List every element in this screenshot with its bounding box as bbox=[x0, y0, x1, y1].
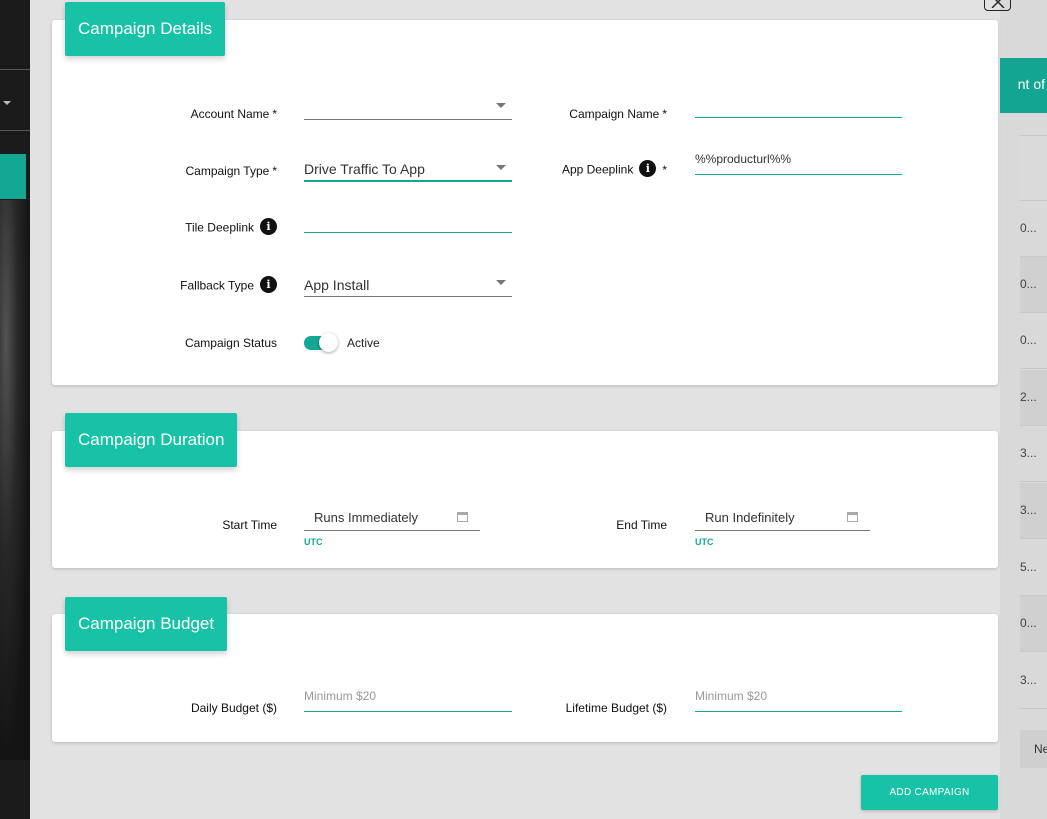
campaign-name-input[interactable] bbox=[695, 96, 902, 118]
lifetime-budget-label: Lifetime Budget ($) bbox=[565, 701, 667, 715]
table-row: 3... bbox=[1020, 426, 1047, 482]
table-row: 0... bbox=[1020, 201, 1047, 257]
app-deeplink-label: App Deeplink i * bbox=[561, 160, 667, 177]
campaign-type-label: Campaign Type * bbox=[185, 164, 277, 178]
campaign-name-label: Campaign Name * bbox=[569, 107, 667, 121]
start-time-label: Start Time bbox=[222, 518, 277, 532]
toggle-knob bbox=[319, 333, 338, 352]
pagination-next: Ne bbox=[1020, 730, 1047, 768]
chevron-down-icon bbox=[3, 101, 11, 105]
start-time-timezone: UTC bbox=[304, 537, 323, 547]
end-time-label: End Time bbox=[616, 518, 667, 532]
chevron-down-icon bbox=[496, 165, 506, 170]
table-row: 3... bbox=[1020, 483, 1047, 539]
sidebar-divider bbox=[0, 69, 30, 70]
info-icon[interactable]: i bbox=[260, 218, 277, 235]
calendar-icon bbox=[457, 512, 468, 522]
campaign-status-value: Active bbox=[347, 336, 380, 350]
campaign-type-select[interactable]: Drive Traffic To App bbox=[304, 160, 512, 182]
chevron-down-icon bbox=[496, 103, 506, 108]
table-row: 0... bbox=[1020, 313, 1047, 369]
fallback-type-label: Fallback Type i bbox=[180, 276, 277, 295]
background-header-text: nt of bbox=[1017, 76, 1045, 92]
daily-budget-input[interactable]: Minimum $20 bbox=[304, 689, 512, 712]
table-row: 3... bbox=[1020, 653, 1047, 709]
campaign-duration-title: Campaign Duration bbox=[65, 413, 238, 467]
table-row: 0... bbox=[1020, 596, 1047, 652]
add-campaign-button[interactable]: ADD CAMPAIGN bbox=[861, 775, 998, 810]
info-icon[interactable]: i bbox=[639, 160, 657, 177]
close-button[interactable] bbox=[984, 0, 1011, 11]
background-image bbox=[0, 200, 30, 760]
campaign-status-toggle[interactable] bbox=[304, 333, 338, 352]
campaign-status-label: Campaign Status bbox=[184, 336, 277, 350]
account-name-select[interactable] bbox=[304, 98, 512, 120]
table-row: 2... bbox=[1020, 370, 1047, 426]
lifetime-budget-input[interactable]: Minimum $20 bbox=[695, 689, 902, 712]
background-sidebar bbox=[0, 0, 30, 819]
app-deeplink-input[interactable]: %%producturl%% bbox=[695, 152, 902, 175]
daily-budget-label: Daily Budget ($) bbox=[190, 701, 277, 715]
account-name-label: Account Name * bbox=[190, 107, 277, 121]
sidebar-active-item bbox=[0, 154, 26, 199]
campaign-budget-title: Campaign Budget bbox=[65, 597, 228, 651]
end-time-timezone: UTC bbox=[695, 537, 714, 547]
sidebar-divider bbox=[0, 130, 30, 131]
table-row: 5... bbox=[1020, 540, 1047, 596]
campaign-details-card bbox=[52, 20, 998, 385]
fallback-type-select[interactable]: App Install bbox=[304, 275, 512, 297]
start-time-picker[interactable]: Runs Immediately bbox=[304, 509, 480, 531]
info-icon[interactable]: i bbox=[260, 276, 277, 293]
close-icon bbox=[991, 0, 1005, 8]
background-table-head bbox=[1020, 135, 1047, 201]
calendar-icon bbox=[847, 512, 858, 522]
tile-deeplink-input[interactable] bbox=[304, 211, 512, 233]
background-table: nt of 0... 0... 0... 2... 3... 3... 5...… bbox=[1000, 0, 1047, 819]
tile-deeplink-label: Tile Deeplink i bbox=[185, 218, 277, 237]
table-row: 0... bbox=[1020, 257, 1047, 313]
end-time-picker[interactable]: Run Indefinitely bbox=[695, 509, 870, 531]
campaign-details-title: Campaign Details bbox=[65, 2, 226, 56]
chevron-down-icon bbox=[496, 280, 506, 285]
background-header-bar: nt of bbox=[1000, 58, 1047, 113]
